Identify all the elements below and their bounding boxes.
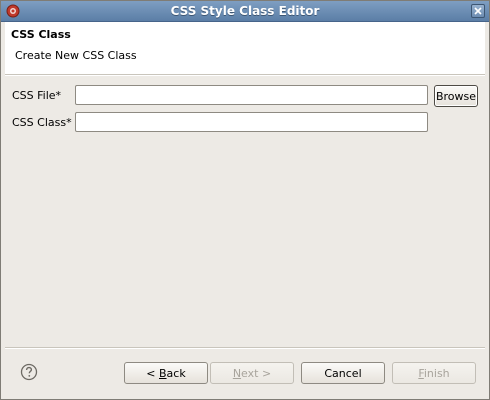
title-bar[interactable]: CSS Style Class Editor [1, 1, 489, 22]
back-label-rest: ack [166, 366, 186, 380]
css-file-input[interactable] [75, 85, 428, 105]
css-file-label: CSS File* [12, 89, 62, 102]
banner-title: CSS Class [11, 28, 71, 41]
back-mnemonic: B [159, 366, 167, 380]
browse-button[interactable]: Browse [434, 85, 478, 107]
back-label-prefix: < [146, 366, 159, 380]
css-class-label: CSS Class* [12, 116, 72, 129]
window-title: CSS Style Class Editor [170, 4, 320, 18]
finish-button[interactable]: Finish [392, 362, 476, 384]
next-button[interactable]: Next > [210, 362, 294, 384]
banner-description: Create New CSS Class [15, 49, 137, 62]
dialog-window: CSS Style Class Editor CSS Class Create … [0, 0, 490, 400]
css-class-input[interactable] [75, 112, 428, 132]
close-button[interactable] [471, 4, 485, 18]
cancel-button[interactable]: Cancel [301, 362, 385, 384]
banner-separator [5, 75, 485, 76]
next-label-rest: ext > [241, 366, 272, 380]
footer-separator [5, 347, 485, 349]
finish-label-rest: inish [423, 366, 450, 380]
help-icon[interactable] [20, 363, 38, 381]
header-banner: CSS Class Create New CSS Class [5, 22, 485, 75]
back-button[interactable]: < Back [124, 362, 208, 384]
close-icon [474, 7, 482, 15]
next-mnemonic: N [232, 366, 242, 380]
